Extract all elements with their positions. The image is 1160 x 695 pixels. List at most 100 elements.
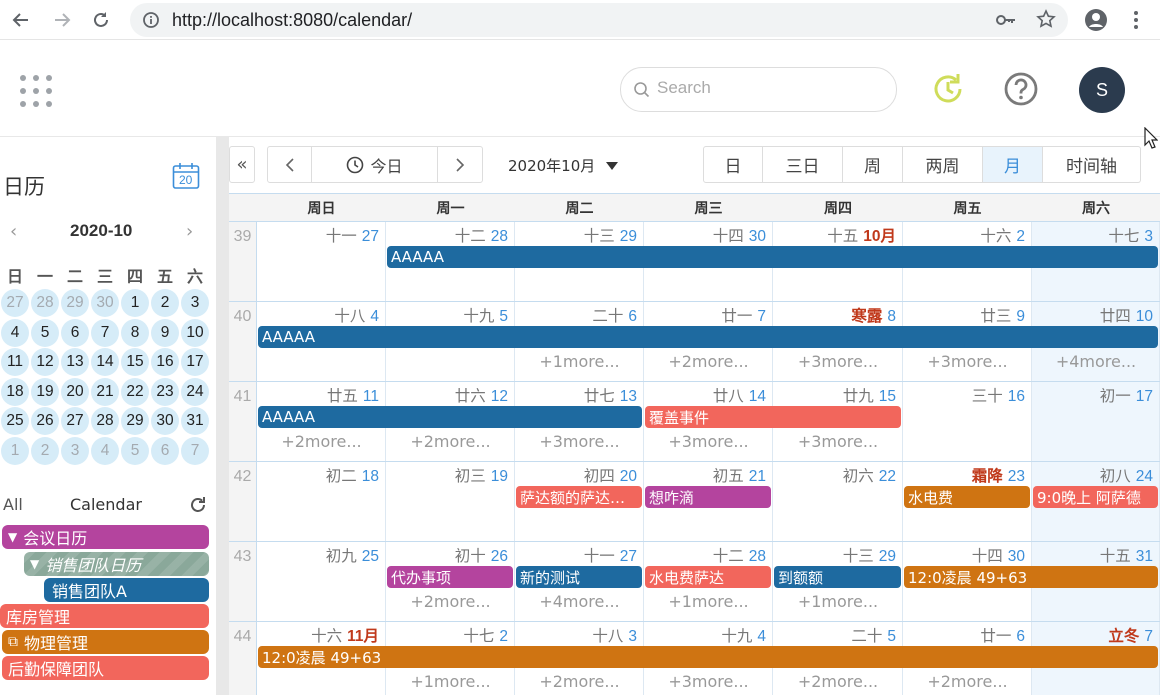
- mini-day[interactable]: 7: [181, 436, 209, 465]
- day-number[interactable]: 8: [887, 308, 896, 325]
- day-number[interactable]: 19: [491, 468, 508, 485]
- mini-day[interactable]: 10: [181, 318, 209, 347]
- caret-down-icon[interactable]: ▼: [30, 557, 39, 571]
- mini-day[interactable]: 2: [31, 436, 59, 465]
- day-number[interactable]: 11月: [347, 628, 379, 645]
- mini-day[interactable]: 11: [1, 348, 29, 376]
- profile-icon[interactable]: [1084, 8, 1108, 32]
- day-number[interactable]: 2: [1016, 228, 1025, 245]
- day-number[interactable]: 28: [749, 548, 766, 565]
- day-number[interactable]: 3: [1144, 228, 1153, 245]
- day-number[interactable]: 21: [749, 468, 766, 485]
- view-0-button[interactable]: 日: [703, 146, 763, 183]
- collapse-sidebar-button[interactable]: «: [229, 146, 255, 183]
- refresh-icon[interactable]: [188, 495, 208, 519]
- day-cell[interactable]: 三十 16: [903, 382, 1032, 461]
- star-icon[interactable]: [1036, 9, 1056, 33]
- view-3-button[interactable]: 两周: [903, 146, 983, 183]
- mini-day[interactable]: 6: [151, 436, 179, 465]
- key-icon[interactable]: [996, 11, 1016, 33]
- mini-day[interactable]: 2: [151, 289, 179, 317]
- mini-day[interactable]: 18: [1, 377, 29, 406]
- day-number[interactable]: 28: [491, 228, 508, 245]
- forward-arrow-icon[interactable]: [50, 8, 74, 32]
- calendar-date-icon[interactable]: 20: [172, 162, 200, 194]
- more-link[interactable]: +1more...: [386, 672, 515, 691]
- day-number[interactable]: 25: [362, 548, 379, 565]
- mini-day[interactable]: 22: [121, 377, 149, 406]
- address-bar[interactable]: http://localhost:8080/calendar/: [130, 3, 1068, 37]
- day-number[interactable]: 5: [499, 308, 508, 325]
- mini-day[interactable]: 26: [31, 407, 59, 435]
- mini-day[interactable]: 27: [1, 289, 29, 317]
- mini-day[interactable]: 3: [181, 289, 209, 317]
- day-cell[interactable]: 初九 25: [257, 542, 386, 621]
- mini-day[interactable]: 14: [91, 348, 119, 376]
- help-icon[interactable]: [1003, 71, 1039, 111]
- view-4-button[interactable]: 月: [983, 146, 1043, 183]
- day-number[interactable]: 20: [620, 468, 637, 485]
- mini-day[interactable]: 4: [91, 436, 119, 465]
- more-link[interactable]: +1more...: [773, 592, 903, 611]
- mini-day[interactable]: 13: [61, 348, 89, 376]
- day-number[interactable]: 31: [1136, 548, 1153, 565]
- day-number[interactable]: 23: [1008, 468, 1025, 485]
- back-arrow-icon[interactable]: [9, 8, 33, 32]
- day-cell[interactable]: 初三 19: [386, 462, 515, 541]
- avatar[interactable]: S: [1079, 67, 1125, 113]
- mini-day[interactable]: 1: [1, 436, 29, 465]
- mini-day[interactable]: 25: [1, 407, 29, 435]
- day-number[interactable]: 12: [491, 388, 508, 405]
- more-link[interactable]: +2more...: [903, 672, 1032, 691]
- calendar-event[interactable]: 9:0晚上 阿萨德: [1033, 486, 1158, 508]
- month-selector[interactable]: 2020年10月: [508, 155, 619, 176]
- day-number[interactable]: 11: [363, 388, 379, 405]
- calendar-item[interactable]: 销售团队A: [44, 578, 209, 602]
- more-link[interactable]: +3more...: [644, 672, 773, 691]
- day-number[interactable]: 30: [749, 228, 766, 245]
- today-button[interactable]: 今日: [311, 146, 438, 183]
- day-number[interactable]: 10: [1136, 308, 1153, 325]
- calendar-item[interactable]: ▼ 销售团队日历: [24, 552, 209, 576]
- more-link[interactable]: +3more...: [773, 432, 903, 451]
- tab-all[interactable]: All: [3, 495, 23, 514]
- more-link[interactable]: +3more...: [644, 432, 773, 451]
- mini-day[interactable]: 20: [61, 377, 89, 406]
- calendar-event[interactable]: AAAAA: [387, 246, 1158, 268]
- search-input[interactable]: [657, 78, 877, 98]
- day-number[interactable]: 18: [362, 468, 379, 485]
- mini-day[interactable]: 28: [31, 289, 59, 317]
- more-link[interactable]: +3more...: [515, 432, 644, 451]
- more-link[interactable]: +2more...: [644, 352, 773, 371]
- mini-day[interactable]: 3: [61, 436, 89, 465]
- day-cell[interactable]: 初六 22: [773, 462, 903, 541]
- calendar-event[interactable]: 12:0凌晨 49+63: [904, 566, 1158, 588]
- day-cell[interactable]: 初二 18: [257, 462, 386, 541]
- calendar-event[interactable]: 想咋滴: [645, 486, 771, 508]
- calendar-event[interactable]: 新的测试: [516, 566, 642, 588]
- more-link[interactable]: +2more...: [257, 432, 386, 451]
- view-1-button[interactable]: 三日: [763, 146, 843, 183]
- mini-day[interactable]: 12: [31, 348, 59, 376]
- menu-dots-icon[interactable]: [1124, 8, 1148, 32]
- calendar-event[interactable]: 萨达额的萨达…: [516, 486, 642, 508]
- info-icon[interactable]: [142, 11, 160, 33]
- mini-day[interactable]: 31: [181, 407, 209, 435]
- calendar-event[interactable]: 水电费: [904, 486, 1030, 508]
- more-link[interactable]: +3more...: [903, 352, 1032, 371]
- apps-grid-icon[interactable]: [20, 75, 52, 107]
- calendar-event[interactable]: 代办事项: [387, 566, 513, 588]
- mini-day[interactable]: 29: [121, 407, 149, 435]
- history-icon[interactable]: [930, 71, 966, 111]
- day-number[interactable]: 15: [879, 388, 896, 405]
- calendar-event[interactable]: 水电费萨达: [645, 566, 771, 588]
- search-box[interactable]: [620, 67, 897, 112]
- day-number[interactable]: 7: [1144, 628, 1153, 645]
- tab-calendar[interactable]: Calendar: [70, 495, 142, 514]
- calendar-item[interactable]: ⧉ 物理管理: [2, 630, 209, 654]
- day-number[interactable]: 4: [370, 308, 379, 325]
- day-number[interactable]: 4: [757, 628, 766, 645]
- day-number[interactable]: 22: [879, 468, 896, 485]
- day-number[interactable]: 14: [749, 388, 766, 405]
- more-link[interactable]: +1more...: [515, 352, 644, 371]
